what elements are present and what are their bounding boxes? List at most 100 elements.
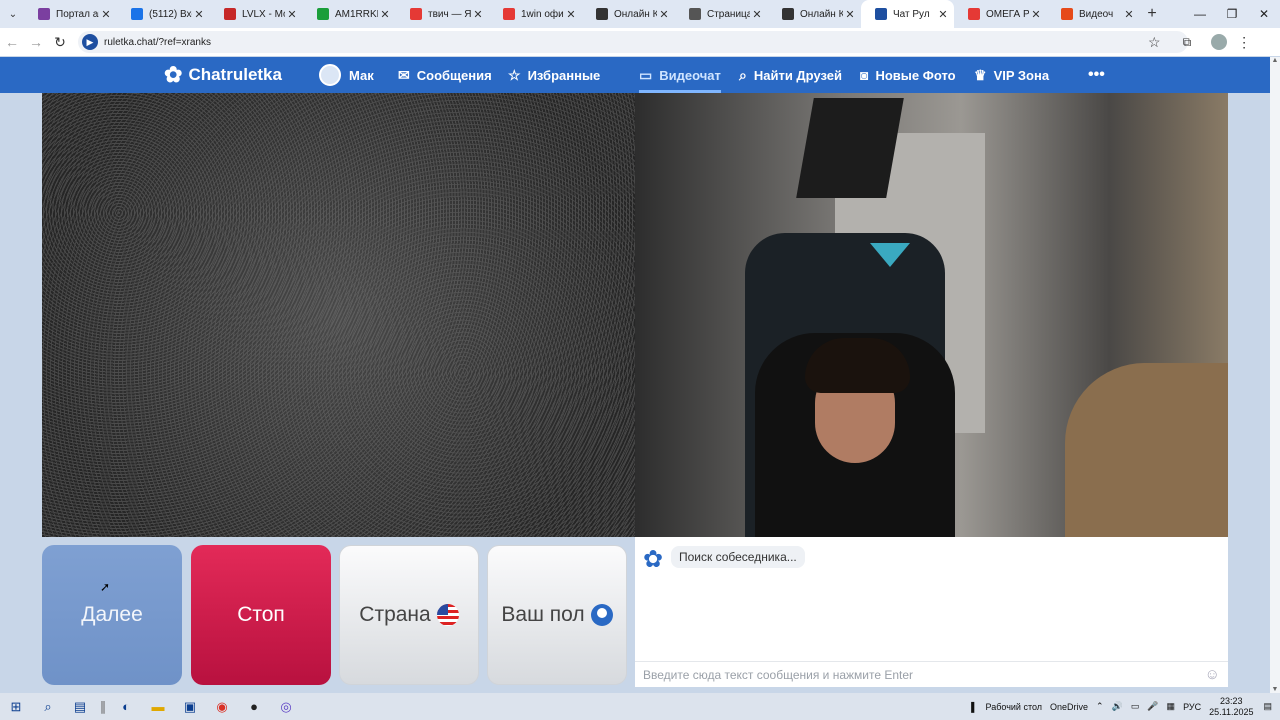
notifications-icon[interactable]: ▤ [1263,701,1272,712]
nav-label: Видеочат [659,67,721,83]
tab-title: Чат Рул [893,8,930,20]
close-tab-icon[interactable]: ✕ [1122,8,1136,21]
close-tab-icon[interactable]: ✕ [471,8,485,21]
app-icon[interactable]: ▣ [174,693,206,720]
site-logo[interactable]: ✿ Chatruletka [164,57,282,93]
next-button[interactable]: Далее [42,545,182,685]
nav-messages[interactable]: ✉ Сообщения [398,57,492,93]
clock[interactable]: 23:23 25.11.2025 [1209,696,1253,718]
site-info-icon[interactable]: ▶ [82,34,98,50]
system-tray: ▌ Рабочий стол OneDrive ⌃ 🔊 ▭ 🎤 ▦ РУС 23… [971,693,1280,720]
gender-label: Ваш пол [501,603,585,626]
battery-icon[interactable]: ▭ [1131,701,1140,712]
tab-title: Видеоч [1079,8,1114,20]
nav-videochat[interactable]: ▭ Видеочат [639,57,721,93]
nav-profile[interactable]: Мак [319,57,374,93]
tab-search-button[interactable]: ⌄ [2,3,24,25]
browser-tab[interactable]: Портал апе✕ [24,0,117,28]
page-scrollbar[interactable]: ▲ ▼ [1270,57,1280,693]
app-ring-icon[interactable]: ◎ [270,693,302,720]
new-tab-button[interactable]: + [1140,5,1164,23]
flower-logo-icon: ✿ [643,546,664,573]
tab-list: Портал апе✕(5112) Входя✕LVLX - Mone✕AM1R… [24,0,1140,28]
emoji-icon[interactable]: ☺ [1205,666,1220,683]
scroll-down-icon[interactable]: ▼ [1270,686,1280,693]
nav-vip[interactable]: ♛ VIP Зона [974,57,1049,93]
gender-button[interactable]: Ваш пол [487,545,627,685]
country-button[interactable]: Страна [339,545,479,685]
close-tab-icon[interactable]: ✕ [750,8,764,21]
browser-tab[interactable]: Страница о✕ [675,0,768,28]
restore-icon[interactable]: ❐ [1216,0,1248,28]
forward-icon[interactable]: → [24,34,48,50]
person-hair [805,338,910,393]
video-camera-icon: ▭ [639,66,653,83]
clock-time: 23:23 [1220,695,1243,706]
tab-title: твич — Янд [428,8,471,20]
browser-tab[interactable]: 1win офици✕ [489,0,582,28]
language-indicator[interactable]: РУС [1183,702,1201,712]
flower-logo-icon: ✿ [164,62,183,87]
browser-tab[interactable]: Чат Рул ✕ [861,0,954,28]
clock-date: 25.11.2025 [1209,706,1254,717]
volume-icon[interactable]: 🔊 [1112,701,1123,712]
browser-tab[interactable]: твич — Янд✕ [396,0,489,28]
tab-title: ОМЕГА РУЛ [986,8,1029,20]
search-icon: ⌕ [739,66,747,83]
browser-tab[interactable]: (5112) Входя✕ [117,0,210,28]
browser-tab[interactable]: Онлайн Каз✕ [582,0,675,28]
browser-tab[interactable]: AM1RRKHAN✕ [303,0,396,28]
scroll-up-icon[interactable]: ▲ [1270,57,1280,64]
edge-icon[interactable]: ◐ [110,693,142,720]
close-tab-icon[interactable]: ✕ [285,8,299,21]
country-label: Страна [359,603,431,626]
self-webcam-video [635,93,1228,537]
tab-title: Онлайн Каз [800,8,843,20]
browser-tab[interactable]: ОМЕГА РУЛ✕ [954,0,1047,28]
browser-menu-icon[interactable]: ⋮ [1237,34,1251,51]
onedrive-label[interactable]: OneDrive [1050,702,1088,712]
close-window-icon[interactable]: ✕ [1248,0,1280,28]
close-tab-icon[interactable]: ✕ [378,8,392,21]
windows-start-icon[interactable]: ⊞ [0,693,32,720]
extensions-icon[interactable]: ⧉ [1183,35,1192,50]
file-explorer-icon[interactable]: ▬ [142,693,174,720]
url-text[interactable]: ruletka.chat/?ref=xranks [104,37,211,48]
nav-label: VIP Зона [993,67,1050,83]
nav-favorites[interactable]: ☆ Избранные [508,57,600,93]
avatar-icon [319,64,341,86]
close-tab-icon[interactable]: ✕ [843,8,857,21]
nav-label: Сообщения [416,67,492,83]
chrome-icon[interactable]: ◉ [206,693,238,720]
back-icon[interactable]: ← [0,34,24,50]
stop-button[interactable]: Стоп [191,545,331,685]
minimize-icon[interactable]: — [1184,0,1216,28]
nav-label: Избранные [527,67,601,83]
chat-message-input[interactable] [643,667,1193,682]
close-tab-icon[interactable]: ✕ [564,8,578,21]
close-tab-icon[interactable]: ✕ [99,8,113,21]
mic-icon[interactable]: 🎤 [1147,701,1158,712]
bookmark-star-icon[interactable]: ☆ [1148,34,1161,51]
browser-tab[interactable]: Онлайн Каз✕ [768,0,861,28]
more-menu-icon[interactable]: ••• [1088,57,1105,93]
desktop-label[interactable]: Рабочий стол [986,702,1043,712]
stop-label: Стоп [237,603,285,626]
nav-new-photos[interactable]: ◙ Новые Фото [860,57,956,93]
network-icon[interactable]: ▦ [1167,701,1176,712]
chevron-up-icon[interactable]: ⌃ [1096,701,1104,712]
search-icon[interactable]: ⌕ [32,693,64,720]
task-view-icon[interactable]: ▤ [64,693,96,720]
browser-tab[interactable]: Видеоч ✕ [1047,0,1140,28]
close-tab-icon[interactable]: ✕ [192,8,206,21]
browser-tab[interactable]: LVLX - Mone✕ [210,0,303,28]
url-field[interactable]: ▶ ruletka.chat/?ref=xranks [78,31,1188,53]
nav-find-friends[interactable]: ⌕ Найти Друзей [739,57,842,93]
close-tab-icon[interactable]: ✕ [657,8,671,21]
profile-avatar[interactable] [1211,34,1228,50]
close-tab-icon[interactable]: ✕ [1029,8,1043,21]
reload-icon[interactable]: ↻ [48,34,72,51]
close-tab-icon[interactable]: ✕ [936,8,950,21]
app-round-icon[interactable]: ● [238,693,270,720]
tab-favicon-icon [689,8,701,20]
